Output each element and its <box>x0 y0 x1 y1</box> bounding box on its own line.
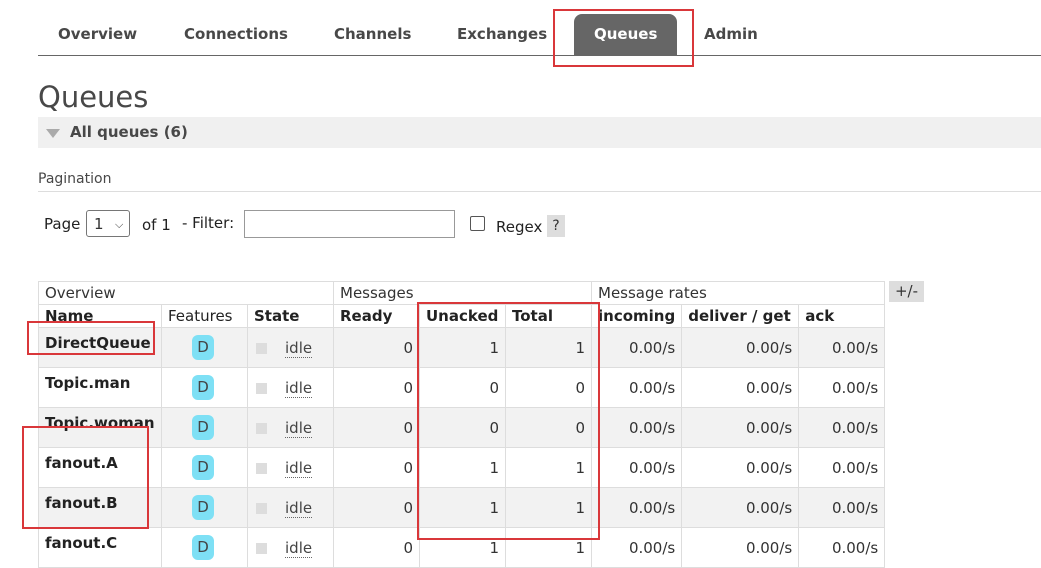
deliver-get-rate-cell: 0.00/s <box>681 487 800 528</box>
col-ready[interactable]: Ready <box>333 304 420 328</box>
ack-rate-cell: 0.00/s <box>798 327 886 368</box>
deliver-get-rate-cell: 0.00/s <box>681 527 800 568</box>
deliver-get-rate-cell: 0.00/s <box>681 327 800 368</box>
tab-exchanges[interactable]: Exchanges <box>437 14 567 55</box>
toggle-columns-button[interactable]: +/- <box>889 281 924 302</box>
durable-badge: D <box>192 375 214 400</box>
annotation-box-fanout <box>22 426 149 529</box>
deliver-get-rate-cell: 0.00/s <box>681 407 800 448</box>
features-cell: D <box>161 407 248 448</box>
ready-cell: 0 <box>333 407 420 448</box>
state-label: idle <box>285 338 313 358</box>
features-cell: D <box>161 487 248 528</box>
group-overview: Overview <box>38 281 334 305</box>
queue-name-link[interactable]: Topic.man <box>38 367 162 408</box>
queue-name-link[interactable]: fanout.C <box>38 527 162 568</box>
col-state[interactable]: State <box>247 304 334 328</box>
annotation-box-unacked-total <box>417 302 600 540</box>
deliver-get-rate-cell: 0.00/s <box>681 447 800 488</box>
incoming-rate-cell: 0.00/s <box>590 527 683 568</box>
incoming-rate-cell: 0.00/s <box>590 447 683 488</box>
state-label: idle <box>285 458 313 478</box>
filter-label: - Filter: <box>182 214 235 232</box>
features-cell: D <box>161 327 248 368</box>
ready-cell: 0 <box>333 327 420 368</box>
features-cell: D <box>161 367 248 408</box>
ready-cell: 0 <box>333 487 420 528</box>
durable-badge: D <box>192 455 214 480</box>
durable-badge: D <box>192 415 214 440</box>
filter-input[interactable] <box>244 210 455 238</box>
tab-connections[interactable]: Connections <box>164 14 308 55</box>
ack-rate-cell: 0.00/s <box>798 407 886 448</box>
col-deliver-get[interactable]: deliver / get <box>681 304 800 328</box>
page-select-value: 1 <box>94 215 104 233</box>
annotation-box-directqueue <box>27 321 155 355</box>
state-indicator-icon <box>256 542 267 554</box>
regex-checkbox[interactable] <box>470 216 485 231</box>
durable-badge: D <box>192 335 214 360</box>
state-cell: idle <box>247 407 334 448</box>
help-button[interactable]: ? <box>547 215 565 237</box>
section-title: All queues (6) <box>70 123 188 141</box>
features-cell: D <box>161 527 248 568</box>
state-indicator-icon <box>256 502 267 514</box>
incoming-rate-cell: 0.00/s <box>590 487 683 528</box>
regex-label: Regex <box>496 218 543 236</box>
incoming-rate-cell: 0.00/s <box>590 407 683 448</box>
state-indicator-icon <box>256 382 267 394</box>
incoming-rate-cell: 0.00/s <box>590 327 683 368</box>
tab-overview[interactable]: Overview <box>38 14 157 55</box>
state-cell: idle <box>247 487 334 528</box>
col-features: Features <box>161 304 248 328</box>
ack-rate-cell: 0.00/s <box>798 527 886 568</box>
group-message-rates: Message rates <box>590 281 886 305</box>
state-label: idle <box>285 538 313 558</box>
state-label: idle <box>285 378 313 398</box>
state-label: idle <box>285 498 313 518</box>
page-count: of 1 <box>142 216 171 234</box>
state-indicator-icon <box>256 422 267 434</box>
ack-rate-cell: 0.00/s <box>798 487 886 528</box>
state-label: idle <box>285 418 313 438</box>
col-incoming[interactable]: incoming <box>590 304 683 328</box>
page-title: Queues <box>38 80 149 114</box>
all-queues-toggle[interactable]: All queues (6) <box>38 117 1041 148</box>
ready-cell: 0 <box>333 367 420 408</box>
state-indicator-icon <box>256 342 267 354</box>
features-cell: D <box>161 447 248 488</box>
ack-rate-cell: 0.00/s <box>798 447 886 488</box>
col-ack[interactable]: ack <box>798 304 886 328</box>
divider <box>38 191 1041 192</box>
annotation-box-queues-tab <box>553 9 694 67</box>
deliver-get-rate-cell: 0.00/s <box>681 367 800 408</box>
ready-cell: 0 <box>333 527 420 568</box>
state-cell: idle <box>247 327 334 368</box>
tab-admin[interactable]: Admin <box>684 14 778 55</box>
page-label: Page <box>44 215 81 233</box>
state-cell: idle <box>247 367 334 408</box>
page-select[interactable]: 1 ⌵ <box>86 210 130 237</box>
chevron-down-icon: ⌵ <box>115 218 124 231</box>
ready-cell: 0 <box>333 447 420 488</box>
state-cell: idle <box>247 527 334 568</box>
state-indicator-icon <box>256 462 267 474</box>
ack-rate-cell: 0.00/s <box>798 367 886 408</box>
pagination-heading: Pagination <box>38 171 112 187</box>
collapse-triangle-icon <box>46 129 60 138</box>
tab-channels[interactable]: Channels <box>314 14 431 55</box>
durable-badge: D <box>192 535 214 560</box>
incoming-rate-cell: 0.00/s <box>590 367 683 408</box>
state-cell: idle <box>247 447 334 488</box>
durable-badge: D <box>192 495 214 520</box>
main-nav: Overview Connections Channels Exchanges … <box>38 14 1041 56</box>
